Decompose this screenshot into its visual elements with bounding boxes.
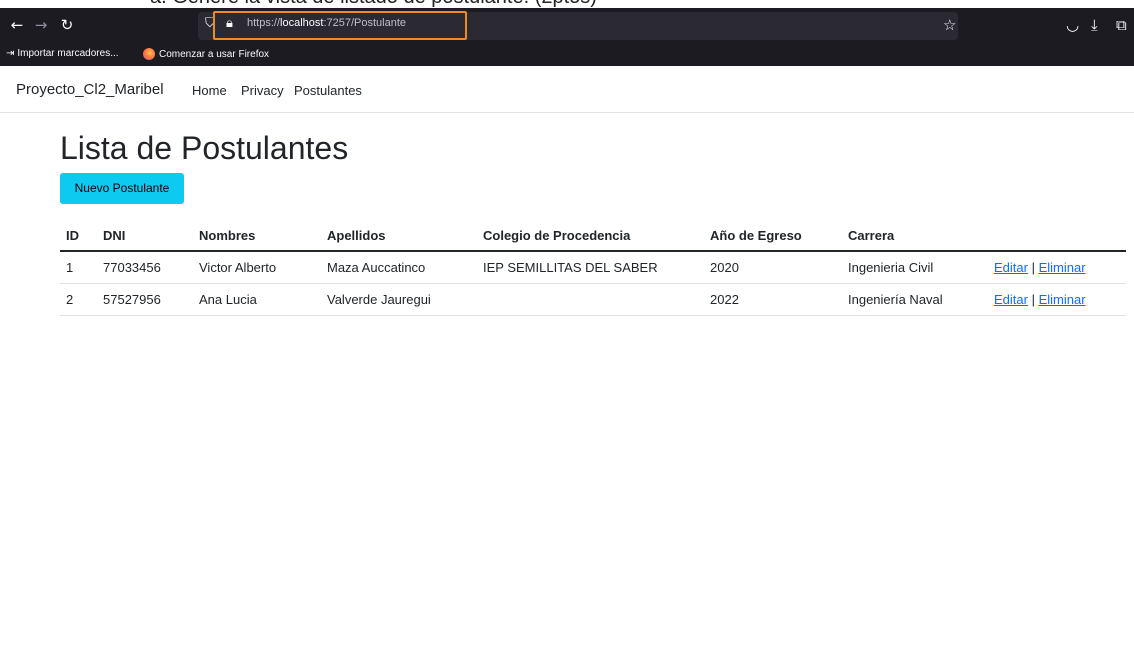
cell-colegio: IEP SEMILLITAS DEL SABER (477, 251, 704, 284)
cell-apellidos: Valverde Jauregui (321, 283, 477, 316)
cell-colegio (477, 283, 704, 316)
site-navbar: Proyecto_Cl2_Maribel Home Privacy Postul… (0, 66, 1134, 113)
cell-apellidos: Maza Auccatinco (321, 251, 477, 284)
cell-dni: 57527956 (97, 283, 193, 316)
pocket-icon[interactable]: ◡ (1066, 15, 1079, 35)
url-highlight-box (213, 11, 467, 40)
postulantes-table: ID DNI Nombres Apellidos Colegio de Proc… (60, 220, 1126, 316)
download-icon[interactable]: ⤓ (1091, 15, 1098, 35)
cell-id: 1 (60, 251, 97, 284)
cell-nombres: Ana Lucia (193, 283, 321, 316)
cell-carrera: Ingenieria Civil (842, 251, 988, 284)
edit-link[interactable]: Editar (994, 260, 1028, 275)
cell-egreso: 2020 (704, 251, 842, 284)
reload-icon[interactable]: ↻ (56, 13, 78, 37)
document-caption: a. Genere la vista de listado de postula… (0, 0, 1134, 8)
delete-link[interactable]: Eliminar (1039, 260, 1086, 275)
cell-carrera: Ingeniería Naval (842, 283, 988, 316)
action-separator: | (1031, 259, 1035, 275)
page-title: Lista de Postulantes (60, 130, 349, 166)
bookmarks-bar: ⇥ Importar marcadores... Comenzar a usar… (0, 44, 1134, 66)
action-separator: | (1031, 291, 1035, 307)
bookmark-firefox[interactable]: Comenzar a usar Firefox (143, 48, 269, 60)
nav-postulantes[interactable]: Postulantes (294, 83, 362, 98)
bookmark-star-icon[interactable]: ☆ (943, 15, 956, 35)
nav-home[interactable]: Home (192, 83, 227, 98)
import-icon: ⇥ (6, 48, 15, 59)
header-egreso: Año de Egreso (704, 220, 842, 252)
header-dni: DNI (97, 220, 193, 252)
table-row: 1 77033456 Victor Alberto Maza Auccatinc… (60, 251, 1126, 284)
new-postulante-button[interactable]: Nuevo Postulante (60, 173, 184, 204)
cell-actions: Editar | Eliminar (988, 283, 1126, 316)
bookmark-import-label: Importar marcadores... (17, 48, 119, 59)
delete-link[interactable]: Eliminar (1039, 292, 1086, 307)
firefox-icon (143, 48, 155, 60)
header-carrera: Carrera (842, 220, 988, 252)
header-colegio: Colegio de Procedencia (477, 220, 704, 252)
table-header-row: ID DNI Nombres Apellidos Colegio de Proc… (60, 220, 1126, 252)
brand-link[interactable]: Proyecto_Cl2_Maribel (16, 81, 164, 98)
extensions-icon[interactable]: ⧉ (1116, 15, 1127, 35)
header-id: ID (60, 220, 97, 252)
nav-privacy[interactable]: Privacy (241, 83, 284, 98)
cell-dni: 77033456 (97, 251, 193, 284)
cell-egreso: 2022 (704, 283, 842, 316)
cell-actions: Editar | Eliminar (988, 251, 1126, 284)
table-row: 2 57527956 Ana Lucia Valverde Jauregui 2… (60, 283, 1126, 316)
caption-text: a. Genere la vista de listado de postula… (150, 0, 597, 8)
header-apellidos: Apellidos (321, 220, 477, 252)
arrow-right-icon[interactable]: → (30, 13, 52, 37)
bookmark-import[interactable]: ⇥ Importar marcadores... (6, 48, 119, 59)
header-actions (988, 220, 1126, 252)
cell-nombres: Victor Alberto (193, 251, 321, 284)
arrow-left-icon[interactable]: ← (6, 13, 28, 37)
bookmark-firefox-label: Comenzar a usar Firefox (159, 48, 270, 60)
edit-link[interactable]: Editar (994, 292, 1028, 307)
cell-id: 2 (60, 283, 97, 316)
browser-toolbar: ← → ↻ ⛉ 🔒︎ https://localhost:7257/Postul… (0, 8, 1134, 44)
header-nombres: Nombres (193, 220, 321, 252)
